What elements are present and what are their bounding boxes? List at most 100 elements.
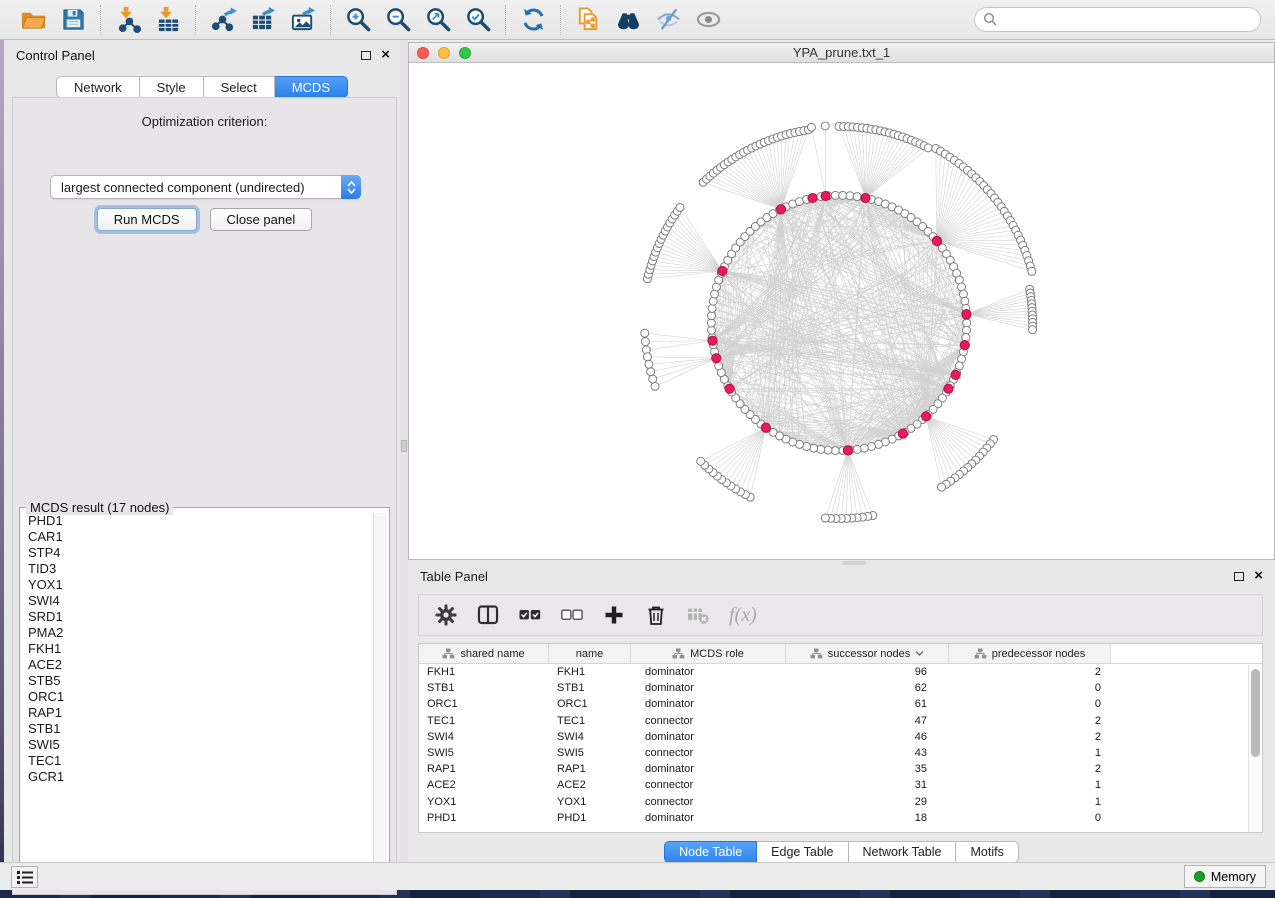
task-history-button[interactable] [11,866,38,888]
import-network-button[interactable] [112,4,144,36]
apply-layout-button[interactable] [517,4,549,36]
table-row[interactable]: STB1STB1dominator620 [419,680,1262,696]
mcds-result-node[interactable]: YOX1 [21,577,373,593]
zoom-selected-button[interactable] [462,4,494,36]
cell: STB1 [419,680,549,696]
tab-style[interactable]: Style [140,76,204,98]
tab-node-table[interactable]: Node Table [664,841,757,863]
export-network-button[interactable] [207,4,239,36]
mcds-result-node[interactable]: ORC1 [21,689,373,705]
zoom-in-button[interactable] [342,4,374,36]
shared-col-icon [442,648,455,659]
tab-mcds[interactable]: MCDS [275,76,348,98]
mcds-result-node[interactable]: SWI4 [21,593,373,609]
tab-motifs[interactable]: Motifs [956,841,1018,863]
close-table-panel-icon[interactable]: × [1254,571,1263,581]
close-panel-button[interactable]: Close panel [210,208,313,231]
table-row[interactable]: SWI5SWI5connector431 [419,745,1262,761]
column-header-successor-nodes[interactable]: successor nodes [786,644,949,663]
mcds-result-node[interactable]: SWI5 [21,737,373,753]
tab-network-table[interactable]: Network Table [849,841,957,863]
mcds-result-node[interactable]: ACE2 [21,657,373,673]
mcds-result-node[interactable]: PMA2 [21,625,373,641]
zoom-fit-button[interactable] [422,4,454,36]
unselect-all-columns-button[interactable] [561,604,583,626]
import-table-button[interactable] [152,4,184,36]
minimize-window-icon[interactable] [438,47,450,59]
table-row[interactable]: ACE2ACE2connector311 [419,777,1262,793]
mcds-result-node[interactable]: GCR1 [21,769,373,785]
memory-button[interactable]: Memory [1184,865,1266,888]
splitter-handle[interactable] [401,440,407,452]
mcds-result-node[interactable]: PHD1 [21,513,373,529]
table-row[interactable]: TEC1TEC1connector472 [419,713,1262,729]
table-scrollbar-thumb[interactable] [1251,669,1260,757]
cell: 62 [786,680,949,696]
column-header-predecessor-nodes[interactable]: predecessor nodes [949,644,1111,663]
network-canvas[interactable] [409,63,1274,559]
table-options-button[interactable] [435,604,457,626]
float-panel-icon[interactable] [361,51,371,60]
binoculars-icon [615,6,642,33]
table-row[interactable]: RAP1RAP1dominator352 [419,761,1262,777]
run-mcds-button[interactable]: Run MCDS [97,208,197,231]
hide-graphics-details-button[interactable] [652,4,684,36]
cell: ORC1 [419,696,549,712]
cell: 61 [786,696,949,712]
close-window-icon[interactable] [417,47,429,59]
mcds-result-node[interactable]: CAR1 [21,529,373,545]
mcds-result-node[interactable]: RAP1 [21,705,373,721]
zoom-out-button[interactable] [382,4,414,36]
tab-select[interactable]: Select [204,76,275,98]
column-header-shared-name[interactable]: shared name [419,644,549,663]
cell: PHD1 [419,810,549,826]
network-from-selection-button[interactable] [572,4,604,36]
mcds-result-node[interactable]: TEC1 [21,753,373,769]
save-session-button[interactable] [57,4,89,36]
cell: PHD1 [549,810,631,826]
table-row[interactable]: YOX1YOX1connector291 [419,794,1262,810]
export-image-button[interactable] [287,4,319,36]
mcds-result-node[interactable]: STB5 [21,673,373,689]
panel-splitter[interactable] [400,40,408,862]
criterion-dropdown[interactable]: largest connected component (undirected) [50,175,361,199]
select-all-columns-button[interactable] [519,604,541,626]
column-header-MCDS-role[interactable]: MCDS role [631,644,786,663]
tab-network[interactable]: Network [56,76,140,98]
create-column-button[interactable] [603,604,625,626]
mcds-result-node[interactable]: STB1 [21,721,373,737]
trash-icon [645,604,667,626]
table-panel-splitter-handle[interactable] [842,561,866,565]
close-panel-icon[interactable]: × [381,50,390,60]
table-row[interactable]: SWI4SWI4dominator462 [419,729,1262,745]
open-session-button[interactable] [17,4,49,36]
cell: YOX1 [549,794,631,810]
cell: SWI5 [419,745,549,761]
mcds-result-node[interactable]: TID3 [21,561,373,577]
memory-label: Memory [1211,870,1256,884]
mcds-result-node[interactable]: FKH1 [21,641,373,657]
show-graphics-details-button[interactable] [692,4,724,36]
criterion-value: largest connected component (undirected) [51,180,341,195]
zoom-window-icon[interactable] [459,47,471,59]
table-row[interactable]: FKH1FKH1dominator962 [419,664,1262,680]
columns-icon [477,604,499,626]
column-header-name[interactable]: name [549,644,631,663]
mcds-result-node[interactable]: SRD1 [21,609,373,625]
float-table-panel-icon[interactable] [1234,572,1244,581]
table-row[interactable]: ORC1ORC1dominator610 [419,696,1262,712]
status-bar: Memory [0,862,1275,890]
unselect-all-icon [561,604,583,626]
cell: dominator [631,810,786,826]
network-titlebar[interactable]: YPA_prune.txt_1 [409,43,1274,63]
mcds-result-node[interactable]: STP4 [21,545,373,561]
first-neighbors-button[interactable] [612,4,644,36]
table-row[interactable]: PHD1PHD1dominator180 [419,810,1262,826]
table-scrollbar[interactable] [1248,665,1261,832]
tab-edge-table[interactable]: Edge Table [757,841,848,863]
search-input[interactable] [974,7,1261,32]
mcds-list-scrollbar[interactable] [373,513,387,876]
show-columns-button[interactable] [477,604,499,626]
export-table-button[interactable] [247,4,279,36]
delete-columns-button[interactable] [645,604,667,626]
